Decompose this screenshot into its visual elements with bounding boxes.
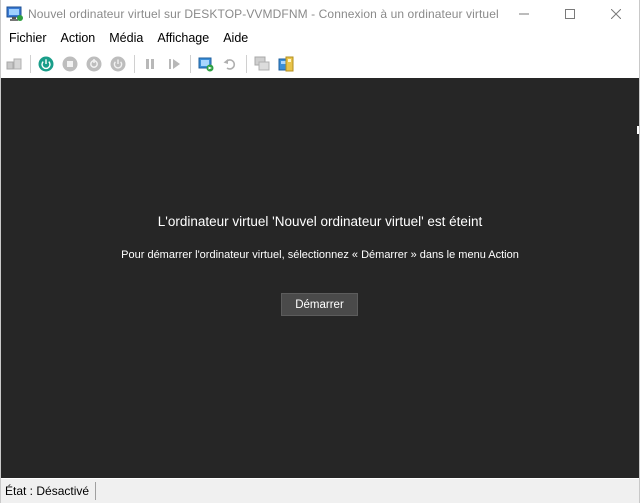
menu-affichage[interactable]: Affichage — [150, 27, 216, 49]
vm-connection-window: Nouvel ordinateur virtuel sur DESKTOP-VV… — [0, 0, 640, 503]
vm-connect-icon — [6, 5, 24, 23]
toolbar-separator — [30, 54, 31, 73]
close-icon — [611, 8, 621, 19]
pause-icon — [146, 58, 154, 69]
resume-button[interactable] — [164, 54, 184, 74]
title-bar[interactable]: Nouvel ordinateur virtuel sur DESKTOP-VV… — [1, 0, 639, 27]
pause-button[interactable] — [140, 54, 160, 74]
menu-media[interactable]: Média — [102, 27, 150, 49]
start-button-toolbar[interactable] — [36, 54, 56, 74]
vm-display[interactable]: L'ordinateur virtuel 'Nouvel ordinateur … — [1, 78, 639, 478]
start-vm-button[interactable]: Démarrer — [281, 293, 358, 316]
minimize-icon — [519, 13, 529, 14]
vm-state-heading: L'ordinateur virtuel 'Nouvel ordinateur … — [157, 214, 483, 229]
menu-fichier[interactable]: Fichier — [1, 27, 54, 49]
start-icon — [38, 56, 54, 71]
ctrl-alt-del-button[interactable] — [4, 54, 24, 74]
toolbar-separator — [134, 54, 135, 73]
save-button[interactable] — [108, 54, 128, 74]
turn-off-icon — [62, 56, 78, 71]
share-button[interactable] — [276, 54, 296, 74]
ctrl-alt-del-icon — [6, 58, 22, 69]
maximize-icon — [565, 8, 575, 19]
save-icon — [110, 56, 126, 71]
scroll-indicator — [637, 126, 639, 134]
shut-down-icon — [86, 56, 102, 71]
maximize-button[interactable] — [547, 0, 593, 27]
enhanced-session-button[interactable] — [252, 54, 272, 74]
status-bar: État : Désactivé — [1, 479, 639, 503]
share-icon — [278, 56, 294, 71]
checkpoint-icon — [198, 57, 214, 71]
resume-icon — [169, 58, 180, 69]
close-button[interactable] — [593, 0, 639, 27]
toolbar — [1, 50, 639, 77]
window-controls — [501, 0, 639, 27]
shut-down-button[interactable] — [84, 54, 104, 74]
enhanced-session-icon — [254, 56, 270, 70]
toolbar-separator — [246, 54, 247, 73]
minimize-button[interactable] — [501, 0, 547, 27]
checkpoint-button[interactable] — [196, 54, 216, 74]
window-title: Nouvel ordinateur virtuel sur DESKTOP-VV… — [28, 6, 499, 21]
vm-start-instruction: Pour démarrer l'ordinateur virtuel, séle… — [121, 249, 519, 261]
toolbar-separator — [190, 54, 191, 73]
revert-icon — [223, 58, 236, 70]
vm-status-text: État : Désactivé — [1, 482, 97, 500]
menu-aide[interactable]: Aide — [216, 27, 255, 49]
menu-action[interactable]: Action — [54, 27, 103, 49]
turn-off-button[interactable] — [60, 54, 80, 74]
menu-bar: Fichier Action Média Affichage Aide — [1, 27, 639, 49]
revert-button[interactable] — [220, 54, 240, 74]
